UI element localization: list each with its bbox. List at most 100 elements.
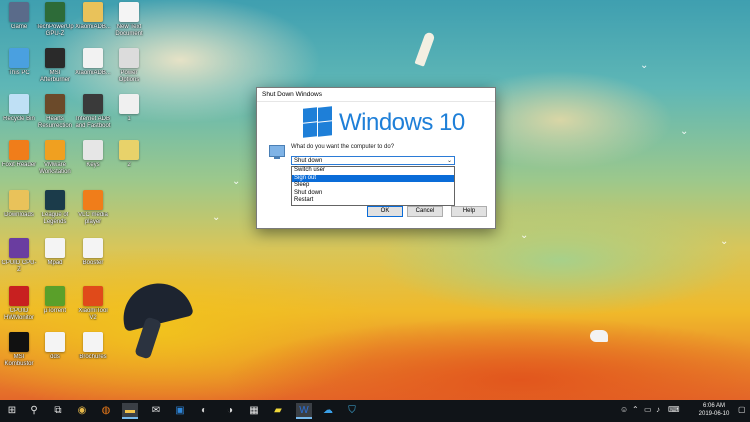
desktop-shortcut-label: Internet ADB and Fastboot — [75, 116, 111, 129]
skype-icon[interactable]: ☁ — [320, 403, 336, 419]
power-options-icon — [119, 48, 139, 68]
cpu-z-icon — [9, 238, 29, 258]
document-icon-2 — [83, 332, 103, 352]
desktop-shortcut-label: Recycle Bin — [3, 116, 35, 122]
firefox-icon[interactable]: ◍ — [98, 403, 114, 419]
text-document-icon — [119, 2, 139, 22]
booster-icon — [83, 238, 103, 258]
desktop-shortcut-label: CPUID HWMonitor — [3, 308, 34, 321]
dropdown-option[interactable]: Switch user — [292, 167, 454, 175]
desktop-shortcut[interactable]: VMware Workstation — [36, 140, 74, 176]
league-icon — [45, 190, 65, 210]
desktop-shortcut[interactable]: Mpad — [36, 238, 74, 267]
adb-installer-icon — [83, 94, 103, 114]
java-icon — [83, 48, 103, 68]
desktop-shortcut[interactable]: Game — [0, 2, 38, 31]
desktop-shortcut[interactable]: Recycle Bin — [0, 94, 38, 123]
windows-logo-icon — [303, 106, 333, 138]
dropdown-option[interactable]: Restart — [292, 197, 454, 205]
desktop-shortcut[interactable]: Power Options — [110, 48, 148, 84]
keyboard-icon[interactable]: ⌨ — [668, 405, 680, 414]
desktop-shortcut-label: Mpad — [47, 260, 63, 266]
notification-icon[interactable]: ▢ — [738, 405, 746, 414]
outlook-icon[interactable]: ▣ — [172, 403, 188, 419]
gpu-z-icon — [45, 2, 65, 22]
bird-icon: ⌄ — [212, 212, 221, 223]
desktop-shortcut-label: CPUID CPU-Z — [1, 260, 37, 273]
word-icon[interactable]: W — [296, 403, 312, 419]
select-value: Shut down — [294, 158, 323, 164]
start-icon[interactable]: ⊞ — [4, 403, 20, 419]
ccleaner-icon[interactable]: ◐ — [196, 403, 212, 419]
dropdown-option[interactable]: Sign out — [292, 174, 454, 182]
network-icon[interactable]: ▭ — [644, 405, 652, 414]
keys-icon — [83, 140, 103, 160]
people-icon[interactable]: ☺ — [620, 405, 628, 414]
desktop-shortcut[interactable]: 1 — [110, 94, 148, 123]
file-explorer-icon[interactable]: ▬ — [122, 403, 138, 419]
bird-icon: ⌄ — [720, 236, 729, 247]
desktop-shortcut[interactable]: Downloads — [0, 190, 38, 219]
clock-date[interactable]: 2019-06-10 — [690, 411, 738, 417]
desktop-shortcut-label: XiaomiADB... — [75, 70, 111, 76]
dropdown-option[interactable]: Sleep — [292, 182, 454, 190]
desktop-shortcut[interactable]: New Text Document — [110, 2, 148, 38]
desktop-shortcut[interactable]: Booster — [74, 238, 112, 267]
desktop-shortcut[interactable]: XiaomiADB... — [74, 48, 112, 77]
chevron-down-icon: ⌄ — [446, 158, 452, 164]
msi-afterburner-icon — [45, 48, 65, 68]
ok-button[interactable]: OK — [367, 206, 403, 217]
desktop-shortcut[interactable]: CPUID HWMonitor — [0, 286, 38, 322]
desktop-shortcut[interactable]: XiaomiTool V2 — [74, 286, 112, 322]
desktop-shortcut-label: League of Legends — [41, 212, 69, 225]
help-button[interactable]: Help — [451, 206, 487, 217]
volume-icon[interactable]: ♪ — [656, 405, 660, 414]
shutdown-action-select[interactable]: Shut down ⌄ — [291, 156, 455, 165]
rocket-illustration — [414, 31, 436, 67]
image-file-icon — [119, 140, 139, 160]
computer-icon — [269, 145, 285, 159]
xiaomitool-icon — [83, 286, 103, 306]
desktop-shortcut[interactable]: MSI Afterburner — [36, 48, 74, 84]
bird-icon: ⌄ — [680, 126, 689, 137]
desktop-shortcut-label: MSI Kombustor — [4, 354, 34, 367]
desktop-shortcut-label: Brochures — [79, 354, 107, 360]
search-icon[interactable]: ⚲ — [26, 403, 42, 419]
desktop-shortcut-label: Downloads — [4, 212, 34, 218]
desktop-shortcut[interactable]: This PC — [0, 48, 38, 77]
bird-illustration — [590, 330, 608, 342]
desktop-shortcut[interactable]: Keys — [74, 140, 112, 169]
chevron-up-icon[interactable]: ⌃ — [632, 405, 639, 414]
mail-icon[interactable]: ✉ — [148, 403, 164, 419]
clock-time[interactable]: 6:06 AM — [690, 403, 738, 409]
dropdown-option[interactable]: Shut down — [292, 190, 454, 198]
desktop-shortcut[interactable]: Foxit Reader — [0, 140, 38, 169]
desktop-shortcut[interactable]: Hearts Resurrection — [36, 94, 74, 130]
cancel-button[interactable]: Cancel — [407, 206, 443, 217]
dialog-title: Shut Down Windows — [257, 88, 495, 102]
chrome-icon[interactable]: ◉ — [74, 403, 90, 419]
desktop-shortcut[interactable]: 2 — [110, 140, 148, 169]
task-view-icon[interactable]: ⧉ — [50, 403, 66, 419]
desktop-shortcut-label: This PC — [8, 70, 30, 76]
downloads-folder-icon — [9, 190, 29, 210]
desktop-shortcut[interactable]: League of Legends — [36, 190, 74, 226]
desktop-shortcut[interactable]: Internet ADB and Fastboot — [74, 94, 112, 130]
desktop-shortcut[interactable]: TechPowerUp GPU-Z — [36, 2, 74, 38]
dialog-question: What do you want the computer to do? — [291, 144, 395, 150]
vpn-icon[interactable]: ⛉ — [344, 403, 360, 419]
ccleaner-alt-icon[interactable]: ◑ — [222, 403, 238, 419]
vlc-icon — [83, 190, 103, 210]
desktop-shortcut[interactable]: XiaomiADB... — [74, 2, 112, 31]
desktop-shortcut-label: XiaomiADB... — [75, 24, 111, 30]
desktop-shortcut[interactable]: Brochures — [74, 332, 112, 361]
sticky-notes-icon[interactable]: ▰ — [270, 403, 286, 419]
desktop-shortcut[interactable]: CPUID CPU-Z — [0, 238, 38, 274]
desktop-shortcut[interactable]: dds — [36, 332, 74, 361]
desktop-shortcut[interactable]: MSI Kombustor — [0, 332, 38, 368]
folder-icon — [83, 2, 103, 22]
calculator-icon[interactable]: ▦ — [246, 403, 262, 419]
desktop-shortcut[interactable]: µTorrent — [36, 286, 74, 315]
hwmonitor-icon — [9, 286, 29, 306]
desktop-shortcut[interactable]: VLC media player — [74, 190, 112, 226]
